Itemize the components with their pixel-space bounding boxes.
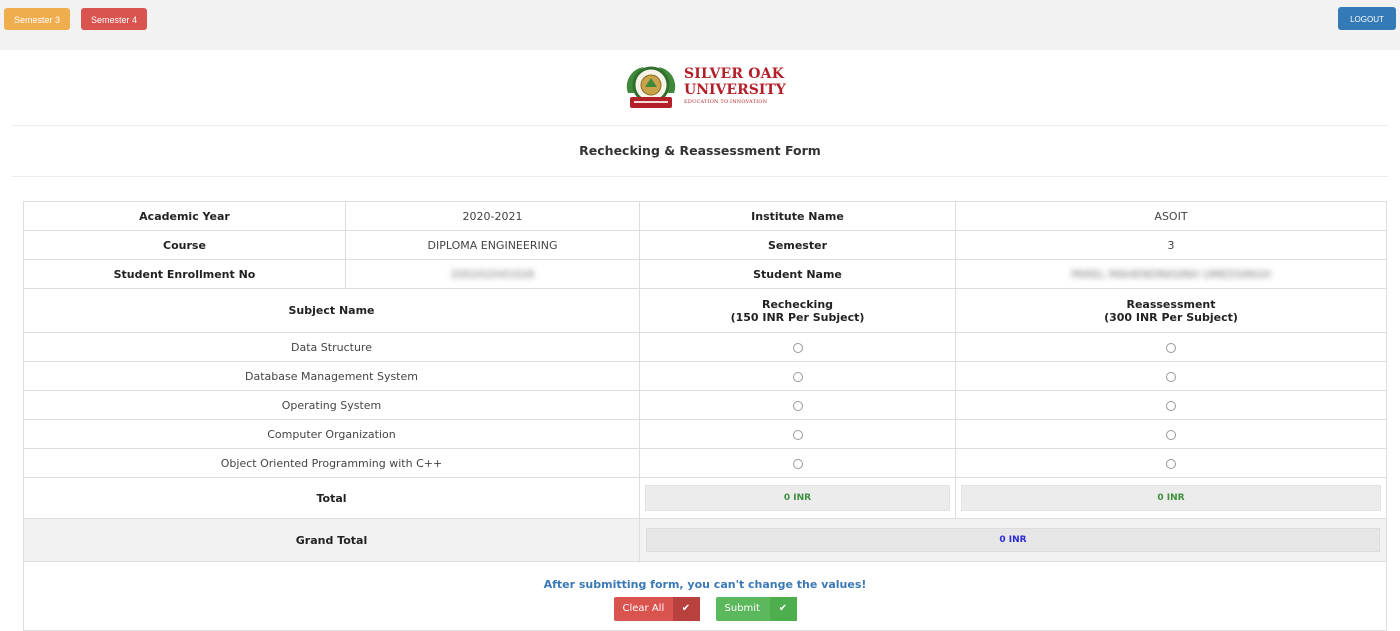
total-row: Total 0 INR 0 INR [23,477,1387,519]
divider [12,176,1388,177]
rechecking-header-label: Rechecking [761,297,834,311]
rechecking-fee-label: (150 INR Per Subject) [730,310,865,324]
clear-all-button[interactable]: Clear All ✔ [613,597,700,621]
reassessment-cell [955,361,1387,391]
table-header-row: Subject Name Rechecking (150 INR Per Sub… [23,288,1387,333]
divider [12,125,1388,126]
actions-row: After submitting form, you can't change … [23,561,1387,631]
enrollment-value-text: 200202041026 [450,267,535,281]
rechecking-cell [639,361,956,391]
reassessment-radio[interactable] [1166,429,1176,440]
subject-name-header: Subject Name [23,288,640,333]
table-row: Student Enrollment No 200202041026 Stude… [23,259,1387,289]
subject-name: Data Structure [23,332,640,362]
grand-total-cell: 0 INR [639,518,1387,562]
rechecking-cell [639,390,956,420]
academic-year-label: Academic Year [23,201,346,231]
rechecking-radio[interactable] [792,371,803,382]
reassessment-cell [955,390,1387,420]
submit-button[interactable]: Submit ✔ [715,597,797,621]
subject-row: Object Oriented Programming with C++ [23,448,1387,478]
reassessment-radio[interactable] [1166,400,1176,411]
reassessment-cell [955,332,1387,362]
rechecking-radio[interactable] [792,458,803,469]
table-row: Academic Year 2020-2021 Institute Name A… [23,201,1387,231]
academic-year-value: 2020-2021 [345,201,640,231]
reassessment-total-cell: 0 INR [955,477,1387,519]
logo-tagline: EDUCATION TO INNOVATION [684,99,768,105]
institute-name-value: ASOIT [955,201,1387,231]
reassessment-cell [955,448,1387,478]
subject-row: Data Structure [23,332,1387,362]
student-name-value: PAREL MAHENDRASINH UMEDSINGH [955,259,1387,289]
actions-cell: After submitting form, you can't change … [23,561,1387,631]
reassessment-radio[interactable] [1166,371,1176,382]
semester-value: 3 [955,230,1387,260]
reassessment-radio[interactable] [1166,342,1176,353]
subject-row: Operating System [23,390,1387,420]
subject-name: Operating System [23,390,640,420]
rechecking-form-table: Academic Year 2020-2021 Institute Name A… [23,201,1387,631]
subject-name: Object Oriented Programming with C++ [23,448,640,478]
clear-all-label: Clear All [622,603,665,614]
enrollment-value: 200202041026 [345,259,640,289]
subject-name: Database Management System [23,361,640,391]
form-actions: Clear All ✔ Submit ✔ [24,597,1386,621]
reassessment-total-value: 0 INR [961,485,1381,511]
grand-total-label: Grand Total [23,518,640,562]
reassessment-header-label: Reassessment [1126,297,1216,311]
semester-3-button[interactable]: Semester 3 [4,8,70,30]
university-logo: SILVER OAK UNIVERSITY EDUCATION TO INNOV… [622,63,792,111]
top-bar: Semester 3 Semester 4 LOGOUT [0,0,1400,50]
subject-row: Computer Organization [23,419,1387,449]
enrollment-label: Student Enrollment No [23,259,346,289]
logo-text-line1: SILVER OAK [684,66,785,82]
grand-total-value: 0 INR [646,528,1380,552]
rechecking-radio[interactable] [792,342,803,353]
course-value: DIPLOMA ENGINEERING [345,230,640,260]
university-seal-icon [626,66,676,108]
reassessment-cell [955,419,1387,449]
submit-label: Submit [724,603,760,614]
rechecking-cell [639,332,956,362]
student-name-value-text: PAREL MAHENDRASINH UMEDSINGH [1071,267,1271,281]
rechecking-total-value: 0 INR [645,485,950,511]
page-title: Rechecking & Reassessment Form [579,143,821,158]
student-name-label: Student Name [639,259,956,289]
submit-warning-note: After submitting form, you can't change … [543,578,867,591]
logout-button[interactable]: LOGOUT [1338,7,1396,30]
rechecking-cell [639,419,956,449]
logo-text-line2: UNIVERSITY [684,82,786,98]
check-icon: ✔ [769,597,797,621]
rechecking-cell [639,448,956,478]
rechecking-header: Rechecking (150 INR Per Subject) [639,288,956,333]
rechecking-radio[interactable] [792,400,803,411]
rechecking-total-cell: 0 INR [639,477,956,519]
institute-name-label: Institute Name [639,201,956,231]
grand-total-row: Grand Total 0 INR [23,518,1387,562]
subject-row: Database Management System [23,361,1387,391]
total-label: Total [23,477,640,519]
reassessment-fee-label: (300 INR Per Subject) [1104,310,1238,324]
table-row: Course DIPLOMA ENGINEERING Semester 3 [23,230,1387,260]
check-icon: ✔ [672,597,700,621]
subject-name: Computer Organization [23,419,640,449]
reassessment-radio[interactable] [1166,458,1176,469]
course-label: Course [23,230,346,260]
semester-4-button[interactable]: Semester 4 [81,8,147,30]
reassessment-header: Reassessment (300 INR Per Subject) [955,288,1387,333]
rechecking-radio[interactable] [792,429,803,440]
semester-label: Semester [639,230,956,260]
